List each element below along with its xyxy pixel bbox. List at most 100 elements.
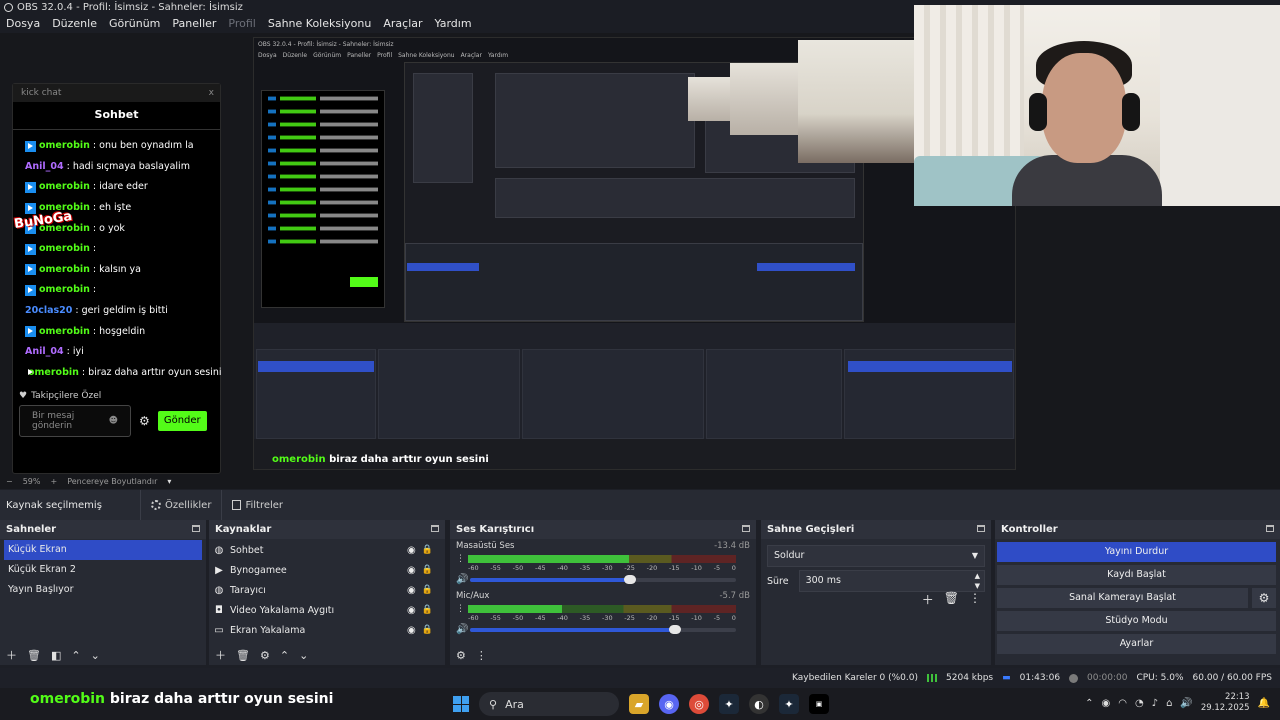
meter-ticks: -60 -55 -50 -45 -40 -35 -30 -25 -20 -15 -10 -5 0 (468, 614, 736, 622)
taskbar-search[interactable]: ⚲ Ara (479, 692, 619, 716)
source-item-screen-capture[interactable]: ▭ Ekran Yakalama ◉ 🔒 (209, 620, 445, 640)
speaker-icon[interactable]: 🔊 (456, 574, 470, 585)
eye-icon[interactable]: ◉ (407, 585, 416, 596)
chat-username: Anil_04 (25, 160, 64, 172)
window-title: OBS 32.0.4 - Profil: İsimsiz - Sahneler:… (17, 2, 243, 13)
tray-icon[interactable]: ◔ (1135, 698, 1144, 709)
clock[interactable]: 22:13 29.12.2025 (1201, 692, 1250, 714)
fit-to-window-label[interactable]: Pencereye Boyutlandır (67, 477, 157, 486)
scene-item-kucuk-ekran-2[interactable]: Küçük Ekran 2 (0, 560, 206, 580)
menu-view[interactable]: Görünüm (109, 15, 160, 33)
chrome-icon[interactable]: ◎ (689, 694, 709, 714)
speaker-icon[interactable]: 🔊 (456, 624, 470, 635)
volume-icon[interactable]: 🔊 (1180, 698, 1192, 709)
transition-menu-icon[interactable]: ⋮ (969, 591, 981, 608)
obs-icon[interactable]: ◐ (749, 694, 769, 714)
menu-scene-collection[interactable]: Sahne Koleksiyonu (268, 15, 372, 33)
chat-username: omerobin (39, 140, 90, 152)
channel-menu-icon[interactable]: ⋮ (456, 554, 468, 564)
discord-icon[interactable]: ◉ (659, 694, 679, 714)
scene-item-yayin-basliyor[interactable]: Yayın Başlıyor (0, 580, 206, 600)
channel-menu-icon[interactable]: ⋮ (456, 604, 468, 614)
eye-icon[interactable]: ◉ (407, 545, 416, 556)
add-transition-icon[interactable]: ＋ (922, 591, 934, 608)
scene-item-kucuk-ekran[interactable]: Küçük Ekran (4, 540, 202, 560)
eye-icon[interactable]: ◉ (407, 565, 416, 576)
undock-icon[interactable] (977, 525, 985, 532)
start-virtual-camera-button[interactable]: Sanal Kamerayı Başlat (997, 588, 1248, 608)
menu-profile[interactable]: Profil (228, 15, 255, 33)
scene-filters-icon[interactable]: ◧ (51, 649, 61, 662)
mixer-menu-icon[interactable]: ⋮ (476, 649, 487, 662)
undock-icon[interactable] (742, 525, 750, 532)
chat-text: : (92, 284, 97, 296)
zoom-plus-icon[interactable]: + (50, 477, 57, 486)
properties-button[interactable]: Özellikler (140, 490, 221, 520)
webcam-feed (914, 5, 1280, 206)
mic-icon[interactable]: ♪ (1152, 698, 1158, 709)
add-source-icon[interactable]: ＋ (215, 647, 226, 663)
game-app-icon[interactable]: ▣ (809, 694, 829, 714)
menu-help[interactable]: Yardım (435, 15, 472, 33)
wifi-icon[interactable]: ◠ (1118, 698, 1127, 709)
eye-icon[interactable]: ◉ (407, 625, 416, 636)
virtual-camera-gear-icon[interactable]: ⚙ (1252, 588, 1276, 608)
stop-stream-button[interactable]: Yayını Durdur (997, 542, 1276, 562)
meter-tick-label: -20 (646, 564, 658, 572)
tray-app-icon[interactable]: ◉ (1101, 698, 1110, 709)
steam-icon[interactable]: ✦ (719, 694, 739, 714)
menu-tools[interactable]: Araçlar (383, 15, 422, 33)
spinner-icon[interactable]: ▲ ▼ (975, 571, 980, 591)
menu-docks[interactable]: Paneller (172, 15, 216, 33)
chevron-up-icon[interactable]: ⌃ (1085, 698, 1093, 709)
file-explorer-icon[interactable]: ▰ (629, 694, 649, 714)
filters-button[interactable]: Filtreler (221, 490, 293, 520)
slider-handle[interactable] (623, 574, 636, 584)
studio-mode-button[interactable]: Stüdyo Modu (997, 611, 1276, 631)
chat-username: omerobin (39, 263, 90, 275)
start-recording-button[interactable]: Kaydı Başlat (997, 565, 1276, 585)
zoom-minus-icon[interactable]: − (6, 477, 13, 486)
source-item-sohbet[interactable]: ◍ Sohbet ◉ 🔒 (209, 540, 445, 560)
source-item-video-capture[interactable]: ◘ Video Yakalama Aygıtı ◉ 🔒 (209, 600, 445, 620)
source-item-tarayici[interactable]: ◍ Tarayıcı ◉ 🔒 (209, 580, 445, 600)
trash-icon[interactable]: 🗑 (27, 649, 41, 662)
network-icon[interactable]: ⌂ (1166, 698, 1172, 709)
settings-button[interactable]: Ayarlar (997, 634, 1276, 654)
move-down-icon[interactable]: ⌄ (299, 649, 308, 662)
undock-icon[interactable] (1266, 525, 1274, 532)
chat-tab-label: kick chat (21, 88, 62, 98)
transition-select[interactable]: Soldur ▼ (767, 545, 985, 567)
controls-dock: Kontroller Yayını Durdur Kaydı Başlat Sa… (995, 520, 1280, 665)
move-up-icon[interactable]: ⌃ (71, 649, 80, 662)
lock-icon[interactable]: 🔒 (422, 545, 433, 555)
menu-edit[interactable]: Düzenle (52, 15, 97, 33)
preview-canvas[interactable]: kick chat x Sohbet omerobin: onu ben oyn… (0, 5, 1280, 474)
chat-username: omerobin (39, 181, 90, 193)
undock-icon[interactable] (431, 525, 439, 532)
lock-icon[interactable]: 🔒 (422, 565, 433, 575)
windows-start-icon[interactable] (453, 696, 469, 712)
duration-input[interactable]: 300 ms ▲ ▼ (798, 570, 985, 592)
move-down-icon[interactable]: ⌄ (91, 649, 100, 662)
lock-icon[interactable]: 🔒 (422, 605, 433, 615)
volume-slider[interactable] (470, 624, 736, 634)
trash-icon[interactable]: 🗑 (944, 591, 959, 608)
eye-icon[interactable]: ◉ (407, 605, 416, 616)
mixer-settings-icon[interactable]: ⚙ (456, 649, 466, 662)
notification-bell-icon[interactable]: 🔔 (1258, 698, 1270, 709)
add-scene-icon[interactable]: ＋ (6, 647, 17, 663)
steam-app-icon[interactable]: ✦ (779, 694, 799, 714)
volume-slider[interactable] (470, 574, 736, 584)
trash-icon[interactable]: 🗑 (236, 649, 250, 662)
slider-handle[interactable] (668, 624, 681, 634)
source-gear-icon[interactable]: ⚙ (260, 649, 270, 662)
move-up-icon[interactable]: ⌃ (280, 649, 289, 662)
lock-icon[interactable]: 🔒 (422, 625, 433, 635)
menu-file[interactable]: Dosya (6, 15, 40, 33)
chevron-down-icon[interactable]: ▾ (167, 477, 171, 486)
source-item-bynogamee[interactable]: ▶ Bynogamee ◉ 🔒 (209, 560, 445, 580)
undock-icon[interactable] (192, 525, 200, 532)
lock-icon[interactable]: 🔒 (422, 585, 433, 595)
source-list: ◍ Sohbet ◉ 🔒 ▶ Bynogamee ◉ 🔒 ◍ Tarayıcı … (209, 539, 445, 640)
